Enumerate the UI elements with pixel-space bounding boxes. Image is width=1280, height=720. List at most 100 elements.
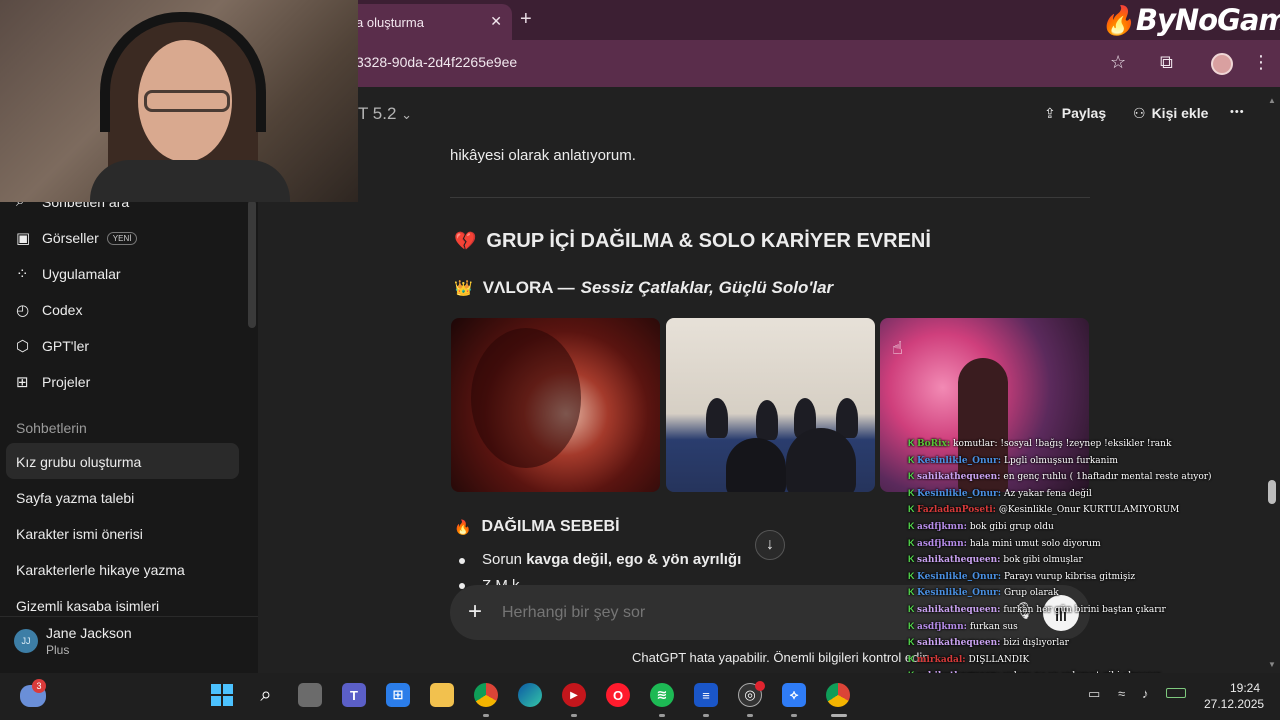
subheading-prefix: VΛLORA — [482,278,575,297]
more-options-button[interactable]: ••• [1230,106,1245,118]
chat-text: Parayı vurup kibrisa gitmişiz [1003,571,1136,582]
sidebar-item-images[interactable]: ▣ Görseller YENİ [16,229,138,247]
kick-badge-icon: K [908,554,917,565]
volume-icon[interactable]: ♪ [1142,686,1149,701]
video-player-icon[interactable]: ▶ [562,683,586,707]
model-name: T 5.2 [358,104,397,123]
avatar[interactable]: JJ [14,629,38,653]
running-indicator [659,714,665,717]
image-press-conference[interactable] [666,318,875,492]
share-button[interactable]: ⇪ Paylaş [1044,105,1106,122]
app-icon[interactable]: ⟡ [782,683,806,707]
image-person [786,428,856,492]
new-tab-button[interactable]: + [520,8,532,31]
search-icon[interactable]: ⌕ [254,683,278,707]
document-icon[interactable]: ≡ [694,683,718,707]
kick-badge-icon: K [908,620,917,631]
battery-icon[interactable] [1166,688,1186,698]
display-icon[interactable]: ▭ [1088,686,1100,702]
stream-brand-logo: 🔥 ByNoGame [1100,0,1280,40]
url-field[interactable]: 3328-90da-2d4f2265e9ee [356,54,517,70]
add-person-button[interactable]: ⚇ Kişi ekle [1133,105,1208,122]
chat-text: Grup olarak [1003,588,1059,599]
new-badge: YENİ [106,231,138,245]
running-indicator [483,714,489,717]
section-heading: 💔 GRUP İÇİ DAĞILMA & SOLO KARİYER EVRENİ [454,230,931,253]
scroll-up-arrow-icon[interactable]: ▲ [1268,96,1276,105]
task-view-icon[interactable] [298,683,322,707]
chat-item[interactable]: Sayfa yazma talebi [16,490,134,506]
stream-chat-message: K sahikathequeen: bizi dışlıyorlar [908,637,1069,648]
running-indicator [571,714,577,717]
share-icon: ⇪ [1044,105,1056,121]
chat-input[interactable] [502,601,902,625]
chat-text: Az yakar fena değil [1003,488,1092,499]
image-icon: ▣ [16,230,31,247]
chat-username: sahikathequeen: [917,472,1001,483]
chat-item[interactable]: Karakterlerle hikaye yazma [16,562,185,578]
windows-start-icon[interactable] [210,683,234,707]
recording-dot [755,681,765,691]
chat-item-active[interactable]: Kız grubu oluşturma [16,454,141,470]
chat-item[interactable]: Gizemli kasaba isimleri [16,598,159,614]
subsection-heading: 🔥 DAĞILMA SEBEBİ [454,518,620,536]
kick-badge-icon: K [908,487,917,498]
flame-icon: 🔥 [1100,3,1135,37]
image-shadow [471,328,581,468]
chat-text: @Kesinlikle_Onur KURTULAMIYORUM [998,505,1180,516]
stream-chat-message: K Kesinlikle_Onur: Parayı vurup kibrisa … [908,571,1135,582]
opera-icon[interactable]: O [606,683,630,707]
file-explorer-icon[interactable] [430,683,454,707]
sidebar-item-label: Codex [42,302,83,318]
attach-plus-icon[interactable]: + [468,598,482,626]
subheading-italic: Sessiz Çatlaklar, Güçlü Solo'lar [580,278,834,297]
sidebar-item-codex[interactable]: ◴ Codex [16,301,82,319]
sidebar-item-apps[interactable]: ⁘ Uygulamalar [16,265,121,283]
fire-icon: 🔥 [454,518,472,535]
puzzle-icon[interactable]: ⧉ [1160,52,1173,73]
teams-icon[interactable]: T [342,683,366,707]
model-selector[interactable]: T 5.2 ⌄ [358,104,412,124]
wifi-icon[interactable]: ≈ [1118,686,1125,701]
stream-chat-message: K sahikathequeen: bok gibi olmuşlar [908,554,1083,565]
chat-text: bok gibi olmuşlar [1003,555,1083,566]
chat-username: sahikathequeen: [917,638,1001,649]
clock-time[interactable]: 19:24 [1230,681,1260,695]
running-indicator [791,714,797,717]
chat-text: bizi dışlıyorlar [1003,638,1069,649]
browser-tab[interactable]: a oluşturma ✕ [340,4,512,40]
edge-icon[interactable] [518,683,542,707]
divider [450,197,1090,198]
chat-username: asdfjkmn: [917,621,967,632]
spotify-icon[interactable]: ≋ [650,683,674,707]
kick-badge-icon: K [908,438,917,448]
kick-badge-icon: K [908,637,917,648]
chrome-profile-icon[interactable] [826,683,850,707]
clock-date[interactable]: 27.12.2025 [1204,697,1264,711]
crown-icon: 👑 [454,280,473,297]
profile-avatar[interactable] [1211,53,1233,75]
add-person-icon: ⚇ [1133,105,1146,121]
stream-chat-message: K Kesinlikle_Onur: Az yakar fena değil [908,488,1092,499]
image-red-portrait[interactable] [451,318,660,492]
star-icon[interactable]: ☆ [1110,52,1126,73]
sidebar-scrollbar[interactable] [248,200,256,328]
scroll-down-button[interactable]: ↓ [755,530,785,560]
broken-heart-icon: 💔 [454,231,477,251]
kick-badge-icon: K [908,454,917,465]
tab-close-icon[interactable]: ✕ [490,13,502,30]
sidebar-item-label: Uygulamalar [42,266,121,282]
more-vertical-icon[interactable]: ⋮ [1252,52,1270,73]
chrome-icon[interactable] [474,683,498,707]
sidebar-item-projects[interactable]: ⊞ Projeler [16,373,90,391]
user-plan: Plus [46,643,70,657]
store-icon[interactable]: ⊞ [386,683,410,707]
sidebar-item-gpts[interactable]: ⬡ GPT'ler [16,337,89,355]
chat-item[interactable]: Karakter ismi önerisi [16,526,143,542]
chat-text: komutlar: !sosyal !bağış !zeynep !eksikl… [953,439,1172,449]
chevron-down-icon: ⌄ [401,107,413,122]
sidebar-item-label: GPT'ler [42,338,90,354]
disclaimer: ChatGPT hata yapabilir. Önemli bilgileri… [632,650,934,665]
tab-title: a oluşturma [356,14,424,30]
kick-badge-icon: K [908,587,917,598]
